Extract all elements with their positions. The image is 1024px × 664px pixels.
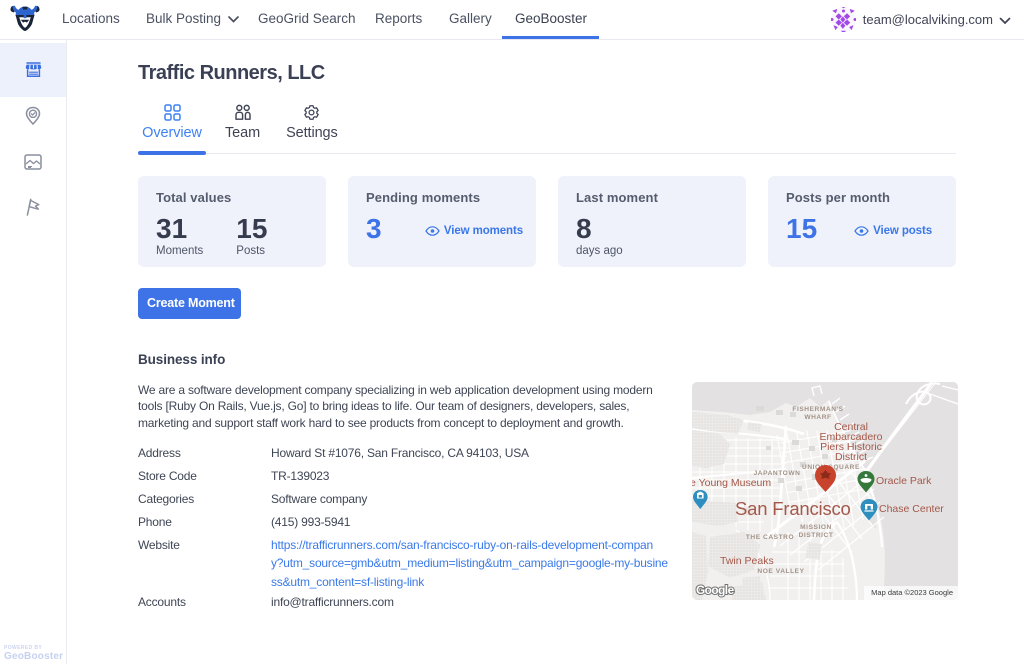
svg-text:MISSION: MISSION [800,524,832,531]
svg-text:Oracle Park: Oracle Park [876,475,932,487]
svg-text:THE CASTRO: THE CASTRO [746,534,794,541]
svg-text:Twin Peaks: Twin Peaks [720,555,774,567]
svg-text:Map data ©2023 Google: Map data ©2023 Google [871,588,953,597]
svg-text:FISHERMAN'S: FISHERMAN'S [792,406,843,413]
svg-text:NOE VALLEY: NOE VALLEY [757,568,804,575]
svg-text:Chase Center: Chase Center [879,503,944,515]
svg-text:District: District [835,451,867,463]
svg-text:San Francisco: San Francisco [735,498,851,519]
svg-text:WHARF: WHARF [804,414,831,421]
svg-text:JAPANTOWN: JAPANTOWN [754,470,801,477]
svg-text:Google: Google [696,583,735,597]
svg-text:e Young Museum: e Young Museum [692,477,771,489]
svg-text:DISTRICT: DISTRICT [799,532,834,539]
